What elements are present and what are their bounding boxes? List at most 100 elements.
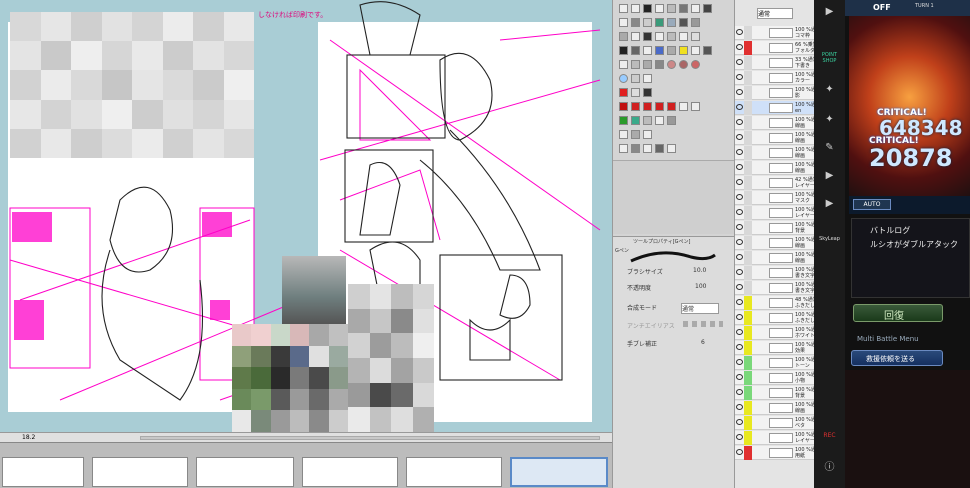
layer-row[interactable]: 66 %乗算 フォルダー — [735, 41, 815, 55]
tool-icon[interactable] — [643, 60, 652, 69]
tool-property-tab[interactable]: ツールプロパティ[Gペン] — [633, 238, 690, 245]
eye-icon[interactable] — [736, 419, 743, 425]
tool-icon[interactable] — [679, 32, 688, 41]
tool-icon[interactable] — [655, 32, 664, 41]
tool-icon[interactable] — [679, 18, 688, 27]
video-icon[interactable]: ▶ — [822, 198, 837, 211]
tool-icon[interactable] — [631, 74, 640, 83]
eye-icon[interactable] — [736, 224, 743, 230]
layer-row[interactable]: 100 %通常 書き文字 — [735, 281, 815, 295]
brush-size-value[interactable]: 10.0 — [693, 267, 706, 274]
tool-icon[interactable] — [655, 18, 664, 27]
lock-marker[interactable] — [744, 41, 752, 55]
edit-icon[interactable]: ✎ — [822, 142, 837, 155]
tool-icon[interactable] — [619, 4, 628, 13]
eye-icon[interactable] — [736, 119, 743, 125]
eye-icon[interactable] — [736, 329, 743, 335]
tool-icon[interactable] — [619, 116, 628, 125]
layer-row[interactable]: 100 %通常 カラー — [735, 71, 815, 85]
lock-marker[interactable] — [744, 311, 752, 325]
lock-marker[interactable] — [744, 296, 752, 310]
point-shop-label[interactable]: POINT SHOP — [815, 52, 844, 64]
tool-icon[interactable] — [667, 60, 676, 69]
eye-icon[interactable] — [736, 164, 743, 170]
lock-marker[interactable] — [744, 206, 752, 220]
tool-icon[interactable] — [631, 18, 640, 27]
tool-icon[interactable] — [619, 130, 628, 139]
eye-icon[interactable] — [736, 299, 743, 305]
tool-icon[interactable] — [643, 88, 652, 97]
lock-marker[interactable] — [744, 116, 752, 130]
tool-icon[interactable] — [655, 102, 664, 111]
lock-marker[interactable] — [744, 26, 752, 40]
layer-row[interactable]: 100 %通常 影 — [735, 86, 815, 100]
tool-icon[interactable] — [643, 4, 652, 13]
lock-marker[interactable] — [744, 56, 752, 70]
lock-marker[interactable] — [744, 101, 752, 115]
video-icon[interactable]: ▶ — [822, 170, 837, 183]
layer-row[interactable]: 100 %通常 線画 — [735, 401, 815, 415]
tool-icon[interactable] — [631, 130, 640, 139]
lock-marker[interactable] — [744, 191, 752, 205]
layer-row[interactable]: 100 %通常 効果 — [735, 341, 815, 355]
lock-marker[interactable] — [744, 371, 752, 385]
tool-icon[interactable] — [679, 46, 688, 55]
info-icon[interactable]: ⓘ — [822, 458, 837, 473]
lock-marker[interactable] — [744, 86, 752, 100]
heal-button[interactable]: 回復 — [853, 304, 943, 322]
eye-icon[interactable] — [736, 149, 743, 155]
tool-icon[interactable] — [643, 46, 652, 55]
play-icon[interactable]: ▶ — [822, 6, 837, 19]
eye-icon[interactable] — [736, 284, 743, 290]
eye-icon[interactable] — [736, 254, 743, 260]
lock-marker[interactable] — [744, 446, 752, 460]
tool-icon[interactable] — [643, 144, 652, 153]
eye-icon[interactable] — [736, 59, 743, 65]
eye-icon[interactable] — [736, 269, 743, 275]
lock-marker[interactable] — [744, 221, 752, 235]
layer-row[interactable]: 33 %通常 下書き — [735, 56, 815, 70]
tool-icon[interactable] — [655, 46, 664, 55]
eye-icon[interactable] — [736, 374, 743, 380]
tool-icon[interactable] — [655, 144, 664, 153]
layer-row[interactable]: 100 %通常 トーン — [735, 356, 815, 370]
tool-icon[interactable] — [619, 60, 628, 69]
tool-icon[interactable] — [643, 18, 652, 27]
tool-icon[interactable] — [667, 102, 676, 111]
tool-icon[interactable] — [643, 32, 652, 41]
layer-row[interactable]: 100 %通常 背景 — [735, 221, 815, 235]
tool-icon[interactable] — [679, 102, 688, 111]
layer-row[interactable]: 100 %通常 線画 — [735, 161, 815, 175]
auto-button[interactable]: AUTO — [853, 199, 891, 210]
eye-icon[interactable] — [736, 134, 743, 140]
tool-icon[interactable] — [679, 4, 688, 13]
layer-row[interactable]: 48 %通常 ふきだし — [735, 296, 815, 310]
layer-row[interactable]: 100 %通常 en — [735, 101, 815, 115]
tool-icon[interactable] — [619, 18, 628, 27]
tool-icon[interactable] — [667, 32, 676, 41]
tool-icon[interactable] — [667, 116, 676, 125]
page-thumbnail[interactable] — [92, 457, 188, 487]
tool-icon[interactable] — [631, 60, 640, 69]
eye-icon[interactable] — [736, 194, 743, 200]
layer-row[interactable]: 100 %通常 コマ枠 — [735, 26, 815, 40]
eye-icon[interactable] — [736, 104, 743, 110]
tool-icon[interactable] — [643, 74, 652, 83]
lock-marker[interactable] — [744, 356, 752, 370]
eye-icon[interactable] — [736, 239, 743, 245]
tool-icon[interactable] — [643, 130, 652, 139]
lock-marker[interactable] — [744, 251, 752, 265]
tool-icon[interactable] — [679, 60, 688, 69]
drawing-canvas[interactable]: しなければ印刷です。 — [0, 0, 612, 432]
page-thumbnail[interactable] — [196, 457, 294, 487]
lock-marker[interactable] — [744, 71, 752, 85]
skyleap-label[interactable]: SkyLeap — [815, 236, 844, 242]
lock-marker[interactable] — [744, 176, 752, 190]
page-thumbnail-active[interactable] — [510, 457, 608, 487]
page-thumbnail[interactable] — [302, 457, 398, 487]
lock-marker[interactable] — [744, 386, 752, 400]
layer-row[interactable]: 100 %通常 レイヤー — [735, 206, 815, 220]
twitter-icon[interactable]: ✦ — [822, 114, 837, 127]
tool-icon[interactable] — [643, 102, 652, 111]
layer-row[interactable]: 100 %通常 線画 — [735, 146, 815, 160]
